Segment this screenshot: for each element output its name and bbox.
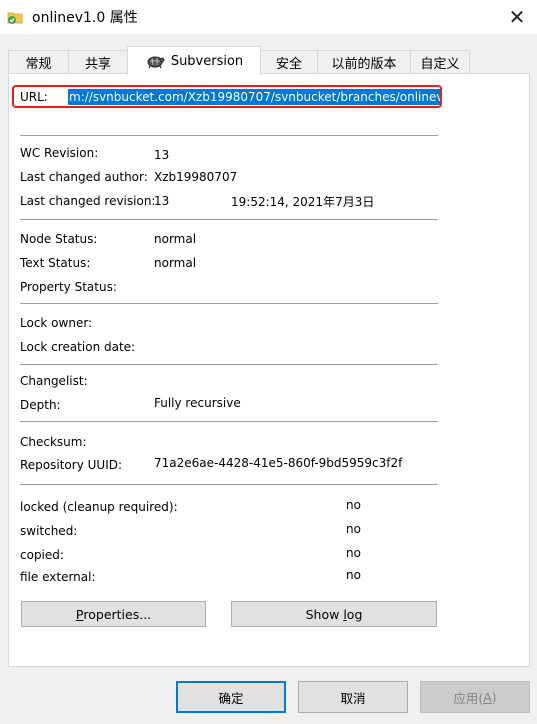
ok-button[interactable]: 确定	[176, 681, 286, 713]
tortoise-icon	[147, 56, 165, 69]
tab-strip: 常规 共享 Subversion 安全 以前的版本 自定义	[8, 46, 530, 75]
locked-value: no	[346, 498, 361, 512]
switched-label: switched:	[20, 524, 78, 538]
node-status-value: normal	[154, 232, 197, 246]
url-label: URL:	[20, 90, 48, 104]
last-revision-value: 13	[154, 194, 170, 208]
changelist-label: Changelist:	[20, 374, 88, 388]
tab-label: 常规	[25, 57, 52, 72]
properties-label: roperties...	[83, 606, 152, 622]
separator	[20, 303, 438, 304]
repo-uuid-label: Repository UUID:	[20, 458, 123, 472]
tab-label: 安全	[275, 57, 302, 72]
copied-label: copied:	[20, 548, 64, 562]
file-external-value: no	[346, 568, 361, 582]
apply-label-post: )	[491, 689, 497, 705]
tab-label: Subversion	[170, 53, 244, 69]
switched-value: no	[346, 522, 361, 536]
show-log-label-pre: Show	[305, 606, 344, 622]
separator	[20, 135, 438, 136]
apply-button[interactable]: 应用(A)	[420, 681, 530, 713]
properties-accesskey: P	[75, 606, 84, 622]
separator	[20, 421, 438, 422]
last-revision-label: Last changed revision:	[20, 194, 156, 208]
cancel-label: 取消	[340, 690, 366, 706]
lock-owner-label: Lock owner:	[20, 316, 93, 330]
copied-value: no	[346, 546, 361, 560]
tab-general[interactable]: 常规	[8, 50, 69, 74]
cancel-button[interactable]: 取消	[298, 681, 408, 713]
apply-accesskey: A	[483, 689, 492, 705]
node-status-label: Node Status:	[20, 232, 98, 246]
text-status-label: Text Status:	[20, 256, 91, 270]
apply-label-pre: 应用(	[453, 690, 484, 706]
tab-label: 以前的版本	[331, 57, 397, 72]
ok-label: 确定	[218, 690, 244, 706]
url-field[interactable]: m://svnbucket.com/Xzb19980707/svnbucket/…	[68, 89, 440, 105]
property-status-label: Property Status:	[20, 280, 117, 294]
tab-security[interactable]: 安全	[260, 50, 318, 74]
last-author-value: Xzb19980707	[154, 170, 238, 184]
wc-revision-value: 13	[154, 148, 170, 162]
depth-label: Depth:	[20, 398, 61, 412]
properties-button[interactable]: Properties...	[21, 601, 206, 627]
tab-customize[interactable]: 自定义	[410, 50, 470, 74]
title-bar: onlinev1.0 属性 ✕	[0, 0, 537, 34]
lock-date-label: Lock creation date:	[20, 340, 136, 354]
last-author-label: Last changed author:	[20, 170, 148, 184]
separator	[20, 219, 438, 220]
file-external-label: file external:	[20, 570, 96, 584]
tab-previous-versions[interactable]: 以前的版本	[317, 50, 411, 74]
close-icon: ✕	[508, 5, 526, 29]
checksum-label: Checksum:	[20, 435, 87, 449]
show-log-button[interactable]: Show l og	[231, 601, 437, 627]
locked-label: locked (cleanup required):	[20, 500, 178, 514]
tab-label: 共享	[84, 57, 111, 72]
tab-sharing[interactable]: 共享	[68, 50, 128, 74]
separator	[20, 484, 438, 485]
last-revision-date: 19:52:14, 2021年7月3日	[231, 195, 375, 209]
repo-uuid-value: 71a2e6ae-4428-41e5-860f-9bd5959c3f2f	[154, 456, 403, 470]
tab-subversion[interactable]: Subversion	[127, 46, 261, 75]
separator	[20, 364, 438, 365]
window-title: onlinev1.0 属性	[32, 10, 138, 26]
text-status-value: normal	[154, 256, 197, 270]
folder-svn-icon	[7, 12, 23, 24]
url-row: URL: m://svnbucket.com/Xzb19980707/svnbu…	[12, 85, 442, 108]
close-button[interactable]: ✕	[497, 0, 537, 34]
tab-label: 自定义	[420, 57, 460, 72]
wc-revision-label: WC Revision:	[20, 146, 99, 160]
depth-value: Fully recursive	[154, 396, 241, 410]
show-log-label-rest: og	[346, 606, 363, 622]
